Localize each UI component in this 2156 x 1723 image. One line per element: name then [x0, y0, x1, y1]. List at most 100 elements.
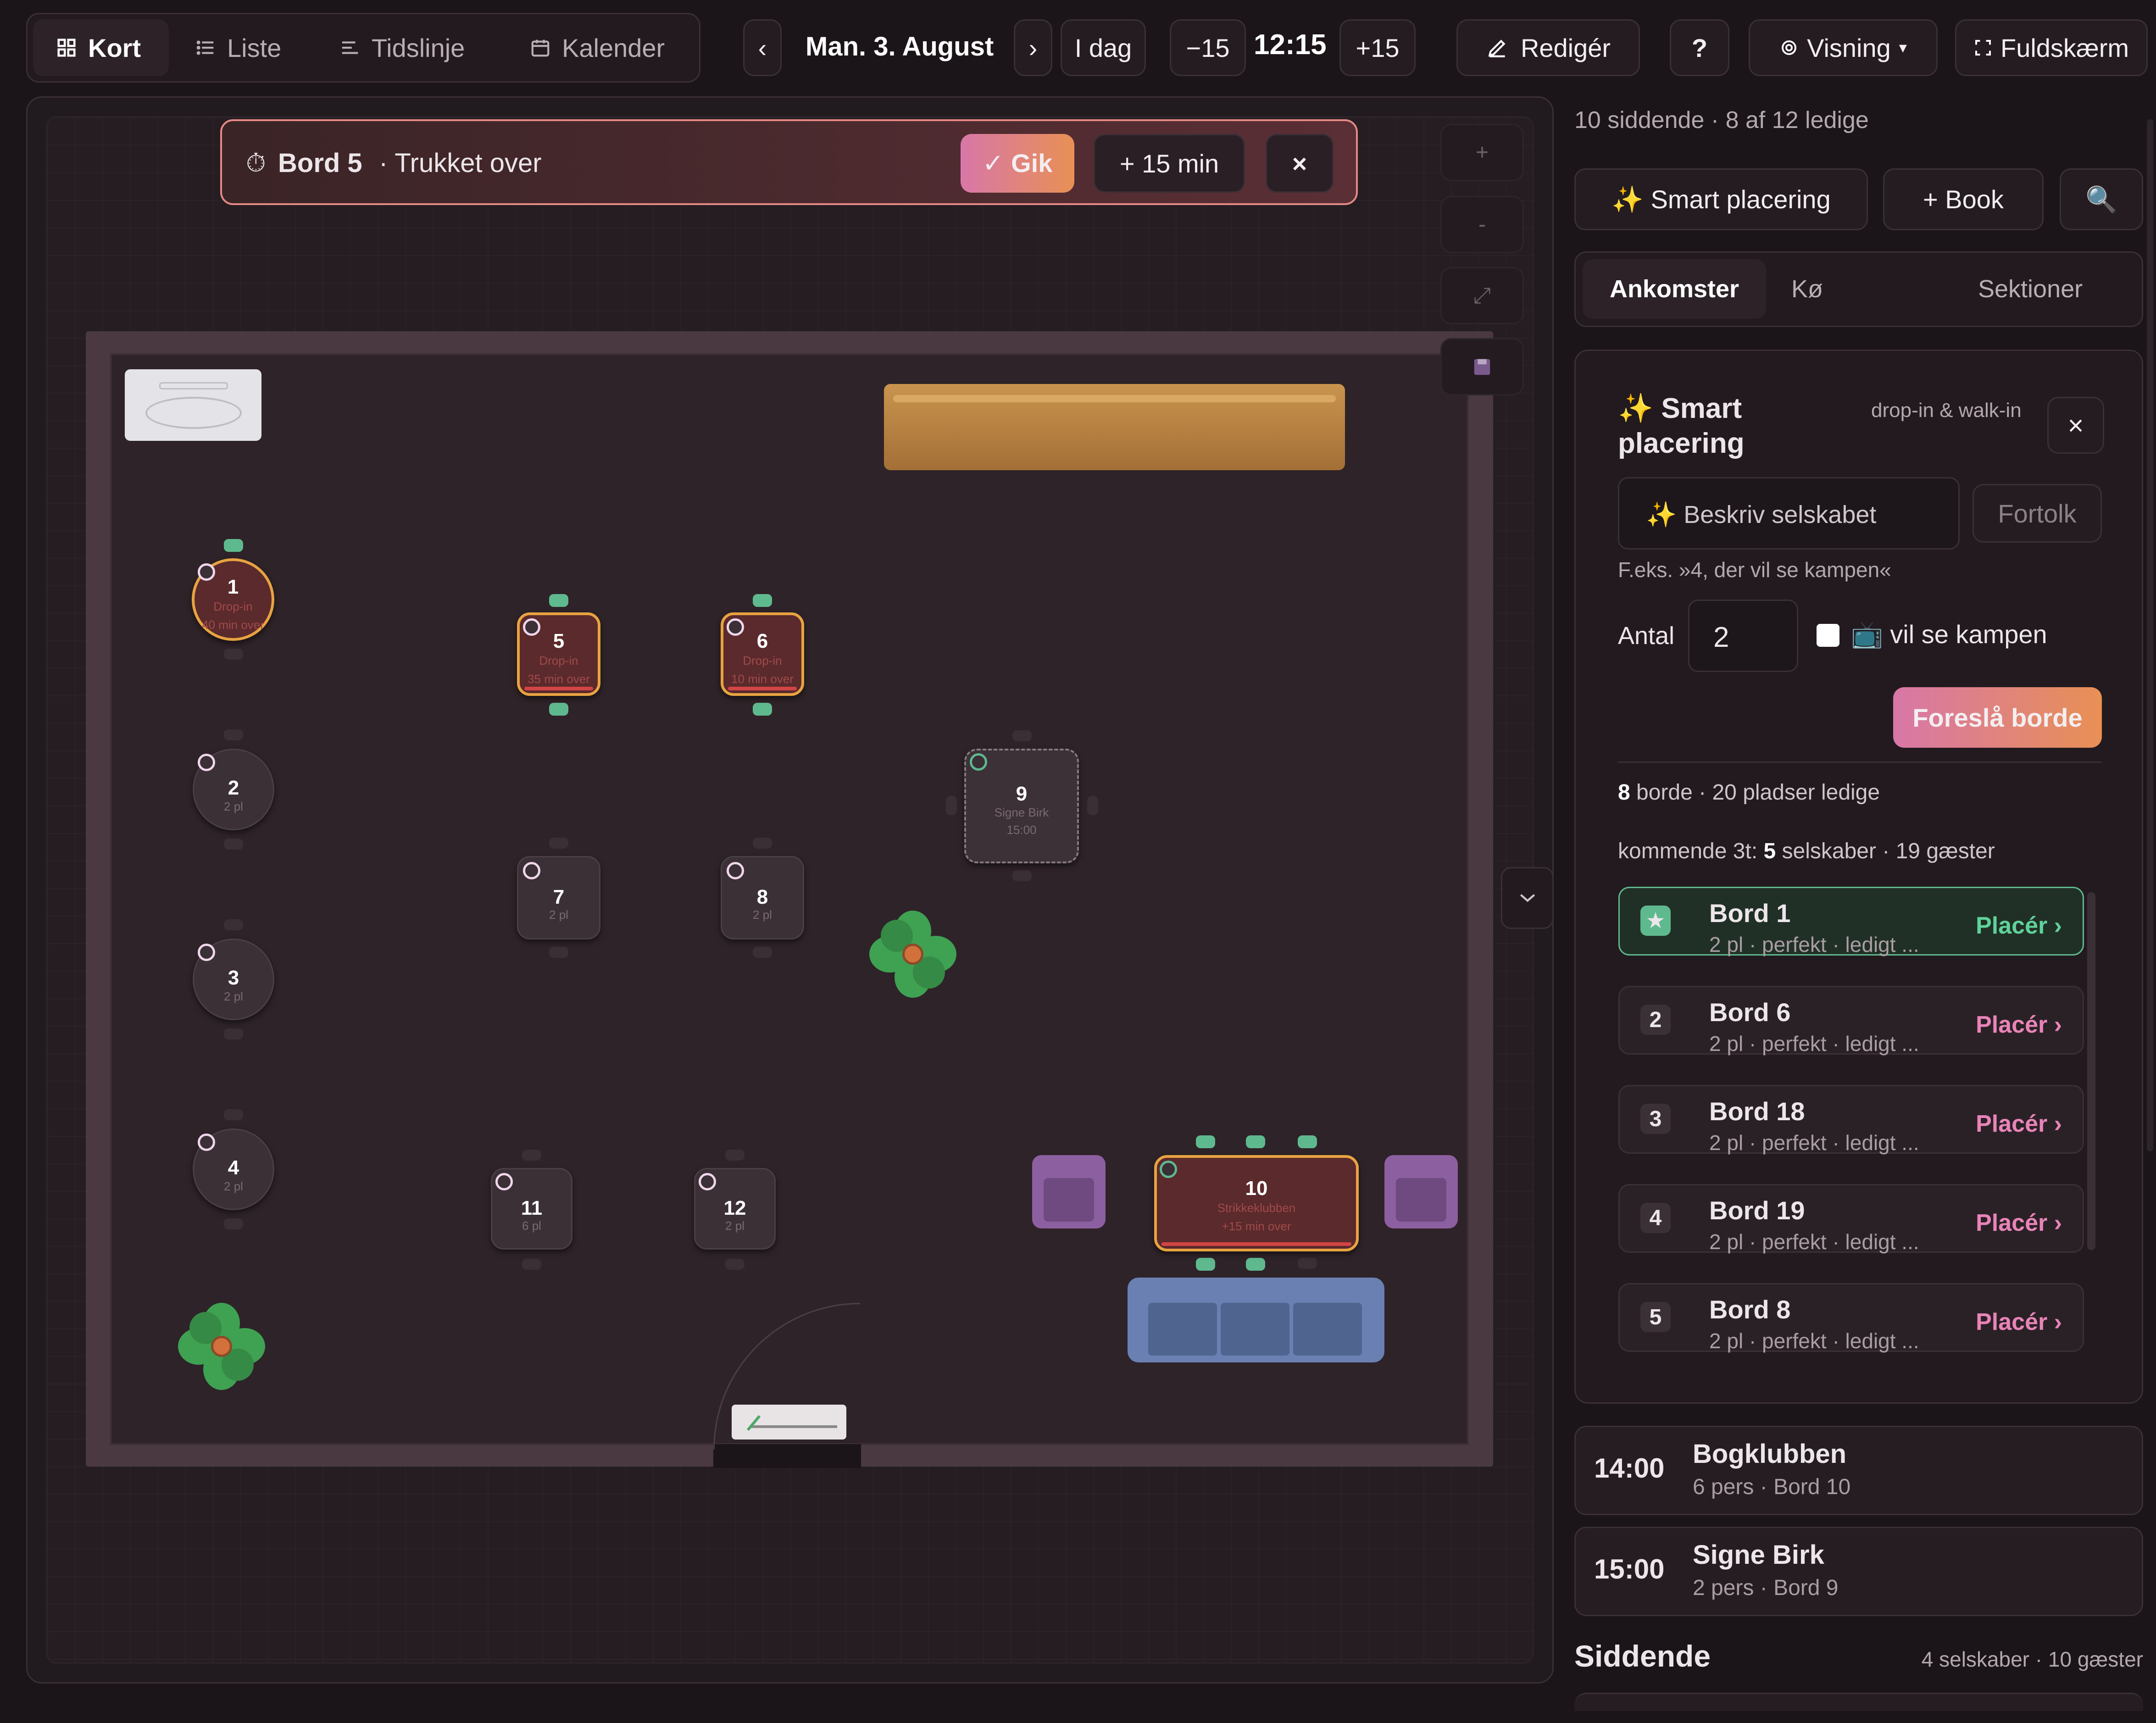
table-number: 7 [553, 886, 565, 908]
suggestion-item[interactable]: 2 Bord 6 2 pl · perfekt · ledigt ... Pla… [1618, 986, 2084, 1056]
occupancy-dot [727, 618, 744, 636]
upcoming-suffix: selskaber · 19 gæster [1776, 839, 1995, 863]
available-text: borde · 20 pladser ledige [1630, 780, 1880, 805]
timeline-icon [339, 37, 361, 58]
place-button[interactable]: Placér › [1976, 912, 2062, 939]
sink [125, 369, 261, 441]
chair [1196, 1135, 1215, 1148]
mark-left-button[interactable]: ✓ Gik [961, 134, 1074, 193]
armchair [1384, 1155, 1458, 1228]
close-icon: × [2067, 410, 2084, 441]
arrival-card[interactable]: 15:00 Signe Birk 2 pers · Bord 9 [1574, 1527, 2143, 1616]
suggestion-item[interactable]: 4 Bord 19 2 pl · perfekt · ledigt ... Pl… [1618, 1184, 2084, 1254]
place-button[interactable]: Placér › [1976, 1308, 2062, 1336]
party-size-input[interactable]: 2 [1688, 600, 1798, 672]
reserved-dot [970, 753, 987, 771]
fullscreen-button[interactable]: Fuldskærm [1955, 19, 2148, 76]
chevron-down-icon [1517, 891, 1538, 905]
zoom-out-button[interactable]: - [1440, 196, 1524, 253]
suggestion-item[interactable]: 3 Bord 18 2 pl · perfekt · ledigt ... Pl… [1618, 1085, 2084, 1155]
chair [1298, 1258, 1317, 1269]
today-button[interactable]: I dag [1061, 19, 1146, 76]
view-options-button[interactable]: Visning ▾ [1749, 19, 1938, 76]
help-button[interactable]: ? [1670, 19, 1729, 76]
place-button[interactable]: Placér › [1976, 1110, 2062, 1138]
interpret-button[interactable]: Fortolk [1973, 484, 2102, 543]
watch-match-label: 📺 vil se kampen [1851, 620, 2047, 649]
watch-match-checkbox[interactable] [1817, 624, 1839, 647]
suggestion-desc: 2 pl · perfekt · ledigt ... [1709, 933, 1919, 956]
tab-kalender[interactable]: Kalender [530, 19, 665, 76]
suggest-tables-button[interactable]: Foreslå borde [1893, 687, 2102, 748]
upcoming-prefix: kommende 3t: [1618, 839, 1764, 863]
tab-liste[interactable]: Liste [195, 19, 281, 76]
tab-kort[interactable]: Kort [33, 19, 169, 76]
smart-placement-button[interactable]: ✨ Smart placering [1574, 168, 1868, 230]
bar-counter [884, 384, 1345, 470]
table-overtime: 40 min over [202, 618, 264, 632]
table-number: 2 [228, 777, 239, 799]
arrival-details: 6 pers · Bord 10 [1693, 1475, 1851, 1499]
suggestion-item[interactable]: ★ Bord 1 2 pl · perfekt · ledigt ... Pla… [1618, 887, 2084, 956]
fit-view-button[interactable]: ⤢ [1440, 267, 1524, 324]
current-date: Man. 3. August [806, 32, 994, 61]
tab-koe[interactable]: Kø [1791, 259, 1823, 319]
arrival-name: Bogklubben [1693, 1439, 1847, 1469]
close-panel-button[interactable]: × [2047, 397, 2104, 454]
suggestion-desc: 2 pl · perfekt · ledigt ... [1709, 1329, 1919, 1353]
chair [1087, 796, 1098, 815]
extend-15-button[interactable]: + 15 min [1094, 134, 1245, 193]
tab-sektioner[interactable]: Sektioner [1978, 259, 2083, 319]
fullscreen-label: Fuldskærm [2000, 33, 2129, 62]
seated-title: Siddende [1574, 1639, 1711, 1673]
alert-table: Bord 5 [278, 148, 362, 178]
edit-button[interactable]: Redigér [1456, 19, 1640, 76]
chair [1012, 870, 1032, 881]
table-status: Drop-in [539, 654, 578, 667]
save-layout-button[interactable] [1440, 338, 1524, 395]
suggestions-list[interactable]: ★ Bord 1 2 pl · perfekt · ledigt ... Pla… [1576, 883, 2126, 1369]
suggestion-item[interactable]: 5 Bord 8 2 pl · perfekt · ledigt ... Pla… [1618, 1283, 2084, 1353]
describe-party-input[interactable]: ✨ Beskriv selskabet [1618, 477, 1960, 550]
book-button[interactable]: + Book [1883, 168, 2044, 230]
tab-ankomster[interactable]: Ankomster [1583, 259, 1766, 319]
scrollbar[interactable] [2087, 892, 2095, 1250]
available-summary: 8 borde · 20 pladser ledige [1618, 780, 1880, 805]
table-overtime: +15 min over [1222, 1219, 1291, 1233]
floppy-disk-icon [1472, 356, 1493, 378]
chair [1012, 730, 1032, 741]
dismiss-alert-button[interactable]: × [1266, 134, 1334, 193]
occupancy-dot [523, 618, 540, 636]
collapse-panel-button[interactable] [1501, 867, 1554, 929]
chair [224, 729, 243, 740]
chair [224, 539, 243, 552]
next-day-button[interactable]: › [1014, 19, 1052, 76]
chair [224, 1028, 243, 1039]
seated-summary: 4 selskaber · 10 gæster [1921, 1647, 2143, 1671]
list-icon [195, 37, 216, 58]
input-hint: F.eks. »4, der vil se kampen« [1618, 558, 1891, 582]
party-size-value: 2 [1713, 622, 1729, 653]
divider [1618, 761, 2102, 763]
occupancy-dot [1160, 1161, 1177, 1178]
pencil-icon [1486, 36, 1509, 59]
place-button[interactable]: Placér › [1976, 1011, 2062, 1039]
table-10[interactable]: 10 Strikkeklubben +15 min over [1154, 1155, 1359, 1251]
search-button[interactable]: 🔍 [2060, 168, 2143, 230]
current-time: 12:15 [1254, 29, 1327, 61]
chair [224, 1218, 243, 1229]
prev-day-button[interactable]: ‹ [743, 19, 782, 76]
tab-tidslinje[interactable]: Tidslinje [339, 19, 465, 76]
plus-15-button[interactable]: +15 [1339, 19, 1416, 76]
place-button[interactable]: Placér › [1976, 1209, 2062, 1237]
sidebar-scrollbar[interactable] [2147, 119, 2153, 1151]
zoom-in-button[interactable]: + [1440, 124, 1524, 181]
table-number: 4 [228, 1156, 239, 1179]
table-capacity: 2 pl [224, 800, 243, 813]
smart-placement-panel: ✨ Smart placering drop-in & walk-in × ✨ … [1574, 350, 2143, 1404]
chair [753, 703, 772, 716]
suggestion-name: Bord 18 [1709, 1097, 1805, 1126]
calendar-icon [530, 37, 551, 58]
minus-15-button[interactable]: −15 [1170, 19, 1246, 76]
arrival-card[interactable]: 14:00 Bogklubben 6 pers · Bord 10 [1574, 1426, 2143, 1515]
